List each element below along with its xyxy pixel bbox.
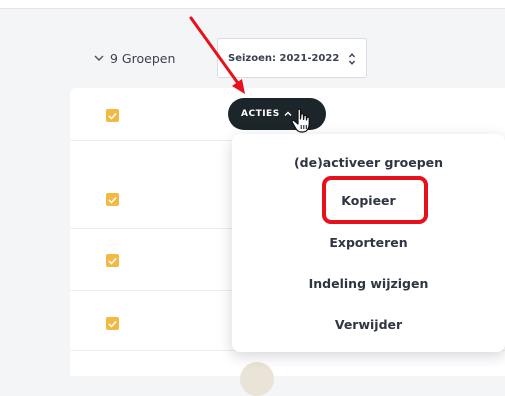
chevron-down-icon (92, 52, 106, 66)
checkbox-checked-icon (108, 320, 117, 328)
row-checkbox[interactable] (106, 254, 119, 267)
menu-item-export[interactable]: Exporteren (232, 235, 505, 250)
row-checkbox[interactable] (106, 317, 119, 330)
season-select-value: Seizoen: 2021-2022 (228, 52, 340, 64)
top-bar (0, 0, 505, 9)
highlight-annotation (322, 176, 428, 224)
season-select[interactable]: Seizoen: 2021-2022 (217, 38, 367, 78)
menu-item-delete[interactable]: Verwijder (232, 317, 505, 332)
checkbox-checked-icon (108, 196, 117, 204)
checkbox-checked-icon (108, 112, 117, 120)
row-checkbox[interactable] (106, 193, 119, 206)
checkbox-checked-icon (108, 257, 117, 265)
menu-item-change-layout[interactable]: Indeling wijzigen (232, 276, 505, 291)
actions-dropdown-menu: (de)activeer groepen Kopieer Exporteren … (232, 134, 505, 352)
avatar (240, 362, 274, 396)
menu-item-activate-groups[interactable]: (de)activeer groepen (232, 155, 505, 170)
groups-count-label: 9 Groepen (110, 51, 176, 66)
groups-toggle[interactable]: 9 Groepen (92, 51, 175, 66)
actions-button-label: ACTIES (241, 109, 280, 119)
select-arrows-icon (348, 53, 356, 65)
hand-pointer-icon (291, 108, 310, 133)
header-row-checkbox[interactable] (106, 109, 119, 122)
